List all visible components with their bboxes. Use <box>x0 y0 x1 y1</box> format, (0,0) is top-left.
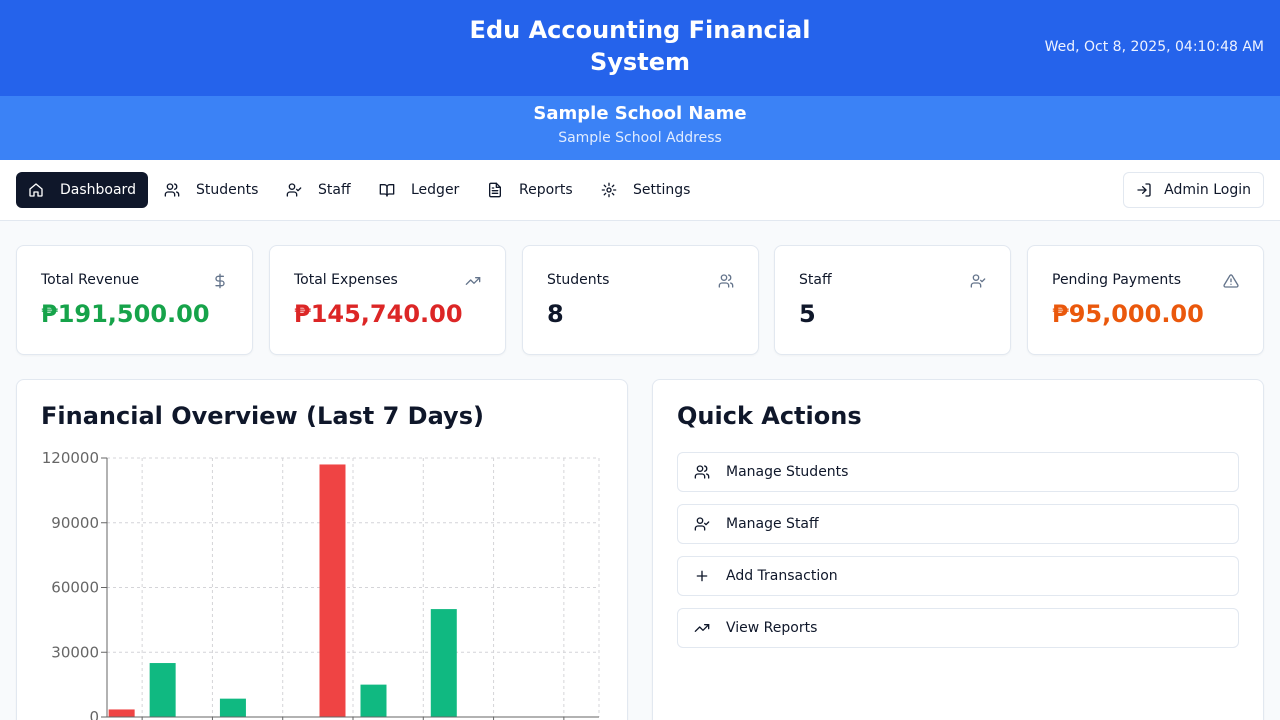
stat-value: ₱145,740.00 <box>294 300 463 328</box>
file-text-icon <box>489 182 501 198</box>
nav-dashboard-label: Dashboard <box>60 182 136 198</box>
user-check-icon <box>286 183 302 197</box>
manage-students-label: Manage Students <box>726 464 849 480</box>
stat-value: ₱191,500.00 <box>41 300 210 328</box>
financial-overview-panel: Financial Overview (Last 7 Days) 0 30000 6… <box>16 379 628 720</box>
user-check-icon <box>694 517 710 531</box>
admin-login-label: Admin Login <box>1164 182 1251 198</box>
chart-bar <box>219 698 246 717</box>
trending-up-icon <box>465 277 481 285</box>
stat-card-students: Students 8 <box>522 245 759 355</box>
school-name: Sample School Name <box>533 103 747 124</box>
stat-card-total-expenses: Total Expenses ₱145,740.00 <box>269 245 506 355</box>
users-icon <box>694 465 710 479</box>
stat-card-staff: Staff 5 <box>774 245 1011 355</box>
school-address: Sample School Address <box>558 130 722 146</box>
y-tick-label: 60000 <box>51 579 99 597</box>
nav-settings-label: Settings <box>633 182 691 198</box>
stat-label: Total Revenue <box>41 272 140 288</box>
y-tick-label: 30000 <box>51 643 99 661</box>
nav-reports[interactable]: Reports <box>475 172 585 208</box>
stat-card-total-revenue: Total Revenue ₱191,500.00 <box>16 245 253 355</box>
nav-students-label: Students <box>196 182 259 198</box>
log-in-icon <box>1137 183 1151 197</box>
stat-value: ₱95,000.00 <box>1052 300 1204 328</box>
admin-login-button[interactable]: Admin Login <box>1123 172 1264 208</box>
plus-icon <box>696 570 708 582</box>
users-icon <box>164 183 180 197</box>
nav-settings[interactable]: Settings <box>589 172 702 208</box>
chart-bar <box>108 709 135 717</box>
view-reports-button[interactable]: View Reports <box>677 608 1239 648</box>
users-icon <box>718 274 734 288</box>
trending-up-icon <box>694 624 710 632</box>
nav-ledger-label: Ledger <box>411 182 460 198</box>
stat-value: 5 <box>799 300 816 328</box>
view-reports-label: View Reports <box>726 620 818 636</box>
book-open-icon <box>379 184 395 197</box>
manage-staff-label: Manage Staff <box>726 516 819 532</box>
alert-triangle-icon <box>1223 274 1239 288</box>
app-title: Edu Accounting Financial System <box>469 16 811 76</box>
stat-card-pending-payments: Pending Payments ₱95,000.00 <box>1027 245 1264 355</box>
stat-label: Staff <box>799 272 832 288</box>
manage-staff-button[interactable]: Manage Staff <box>677 504 1239 544</box>
nav-staff[interactable]: Staff <box>274 172 363 208</box>
nav-dashboard[interactable]: Dashboard <box>16 172 148 208</box>
home-icon <box>29 183 43 197</box>
school-banner: Sample School Name Sample School Address <box>0 96 1280 160</box>
dollar-icon <box>215 273 225 289</box>
financial-overview-chart: 0 30000 60000 90000 120000 <box>42 449 600 720</box>
stat-value: 8 <box>547 300 564 328</box>
nav-staff-label: Staff <box>318 182 351 198</box>
nav-ledger[interactable]: Ledger <box>367 172 471 208</box>
nav-reports-label: Reports <box>519 182 573 198</box>
y-tick-label: 0 <box>89 708 99 720</box>
quick-actions-panel: Quick Actions Manage Students Manage Sta… <box>652 379 1264 720</box>
main-nav: Dashboard Students Staff Ledger Reports … <box>0 160 1280 221</box>
chart-bar <box>319 464 346 717</box>
quick-actions-title: Quick Actions <box>677 402 862 430</box>
add-transaction-button[interactable]: Add Transaction <box>677 556 1239 596</box>
manage-students-button[interactable]: Manage Students <box>677 452 1239 492</box>
stat-label: Pending Payments <box>1052 272 1182 288</box>
stat-label: Students <box>547 272 610 288</box>
y-tick-label: 90000 <box>51 514 99 532</box>
chart-bar <box>430 609 457 717</box>
gear-icon <box>601 182 617 198</box>
y-tick-label: 120000 <box>42 449 99 467</box>
datetime-display: Wed, Oct 8, 2025, 04:10:48 AM <box>1044 39 1264 55</box>
stat-label: Total Expenses <box>294 272 398 288</box>
chart-bar <box>360 684 387 717</box>
chart-bar <box>149 663 176 717</box>
nav-students[interactable]: Students <box>152 172 270 208</box>
user-check-icon <box>970 274 986 288</box>
app-header: Edu Accounting Financial System Wed, Oct… <box>0 0 1280 96</box>
add-transaction-label: Add Transaction <box>726 568 838 584</box>
